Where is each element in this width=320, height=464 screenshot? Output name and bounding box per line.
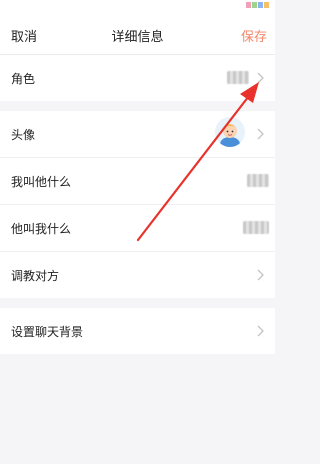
chat-background-group: 设置聊天背景 xyxy=(0,308,275,354)
navigation-bar: 取消 详细信息 保存 xyxy=(0,14,275,55)
avatar xyxy=(215,117,245,147)
i-call-him-label: 我叫他什么 xyxy=(11,175,72,189)
chat-background-row[interactable]: 设置聊天背景 xyxy=(0,308,275,354)
train-row[interactable]: 调教对方 xyxy=(0,252,275,298)
page-title: 详细信息 xyxy=(111,30,164,45)
role-value-blurred xyxy=(227,71,249,84)
he-calls-me-row[interactable]: 他叫我什么 xyxy=(0,205,275,252)
relationship-group: 头像 我叫他什么 他叫我什么 调教对方 xyxy=(0,111,275,298)
he-calls-me-label: 他叫我什么 xyxy=(11,222,72,236)
role-row[interactable]: 角色 xyxy=(0,55,275,101)
status-bar xyxy=(0,0,275,14)
i-call-him-row[interactable]: 我叫他什么 xyxy=(0,158,275,205)
chevron-right-icon xyxy=(257,128,264,140)
chat-background-label: 设置聊天背景 xyxy=(11,325,84,339)
status-indicator-icons xyxy=(246,2,269,8)
avatar-row[interactable]: 头像 xyxy=(0,111,275,158)
avatar-label: 头像 xyxy=(11,128,36,142)
i-call-him-value-blurred xyxy=(247,174,269,187)
chevron-right-icon xyxy=(257,72,264,84)
role-group: 角色 xyxy=(0,55,275,101)
chevron-right-icon xyxy=(257,269,264,281)
train-label: 调教对方 xyxy=(11,269,60,283)
chevron-right-icon xyxy=(257,325,264,337)
save-button[interactable]: 保存 xyxy=(241,26,267,45)
he-calls-me-value-blurred xyxy=(243,221,269,234)
role-label: 角色 xyxy=(11,72,36,86)
